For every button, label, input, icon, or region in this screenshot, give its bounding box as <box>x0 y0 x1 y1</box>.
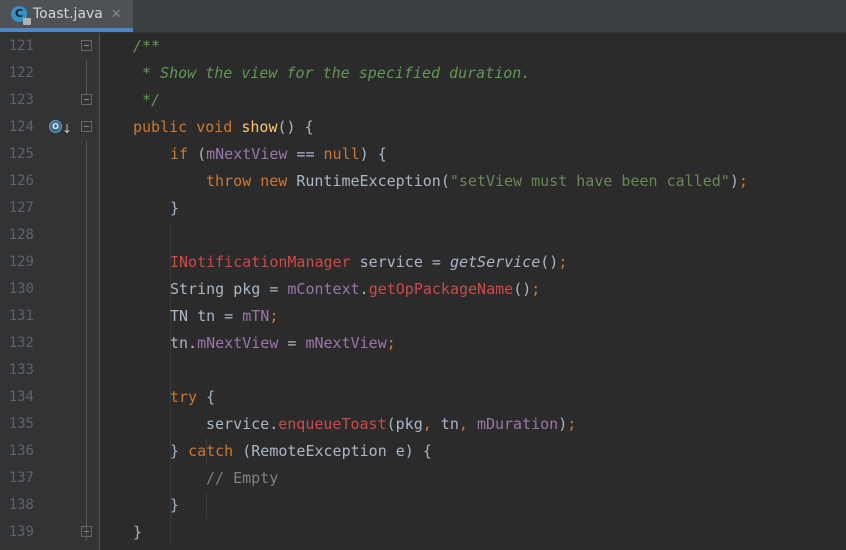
line-number: 121 <box>8 38 34 54</box>
code-line: 132 tn.mNextView = mNextView; <box>0 330 846 357</box>
line-number: 127 <box>8 200 34 216</box>
code-text: if (mNextView == null) { <box>170 145 387 163</box>
code-line: 121 /** <box>0 33 846 60</box>
code-line: 123 */ <box>0 87 846 114</box>
class-file-icon: C <box>11 6 31 25</box>
code-line: 137 // Empty <box>0 465 846 492</box>
code-text: TN tn = mTN; <box>170 307 279 325</box>
code-text: try { <box>170 388 216 406</box>
editor-tab-bar: C Toast.java ✕ <box>0 0 846 33</box>
code-text: /** <box>133 37 161 55</box>
code-editor[interactable]: 121 /** 122 * Show the view for the spec… <box>0 33 846 550</box>
code-line: 125 if (mNextView == null) { <box>0 141 846 168</box>
code-text: String pkg = mContext.getOpPackageName()… <box>170 280 541 298</box>
line-number: 138 <box>8 497 34 513</box>
line-number: 137 <box>8 470 34 486</box>
code-text: INotificationManager service = getServic… <box>170 253 568 271</box>
fold-collapse-icon[interactable] <box>81 121 92 132</box>
line-number: 130 <box>8 281 34 297</box>
arrow-down-icon: ↓ <box>62 122 73 136</box>
line-number: 126 <box>8 173 34 189</box>
code-line: 131 TN tn = mTN; <box>0 303 846 330</box>
line-number: 128 <box>8 227 34 243</box>
code-line: 129 INotificationManager service = getSe… <box>0 249 846 276</box>
code-text: public void show() { <box>133 118 314 136</box>
line-number: 124 <box>8 119 34 135</box>
fold-collapse-icon[interactable] <box>81 40 92 51</box>
code-line: 135 service.enqueueToast(pkg, tn, mDurat… <box>0 411 846 438</box>
line-number: 131 <box>8 308 34 324</box>
code-line: 133 <box>0 357 846 384</box>
code-line: 126 throw new RuntimeException("setView … <box>0 168 846 195</box>
line-number: 139 <box>8 524 34 540</box>
fold-end-icon[interactable] <box>81 94 92 105</box>
line-number: 132 <box>8 335 34 351</box>
code-line: 130 String pkg = mContext.getOpPackageNa… <box>0 276 846 303</box>
code-line: 122 * Show the view for the specified du… <box>0 60 846 87</box>
line-number: 129 <box>8 254 34 270</box>
close-icon[interactable]: ✕ <box>111 7 122 22</box>
code-line: 124 O ↓ public void show() { <box>0 114 846 141</box>
line-number: 123 <box>8 92 34 108</box>
code-text: } catch (RemoteException e) { <box>170 442 432 460</box>
fold-end-icon[interactable] <box>81 526 92 537</box>
lock-icon <box>23 18 31 25</box>
tab-label: Toast.java <box>33 6 103 22</box>
code-text: } <box>170 199 180 217</box>
line-number: 136 <box>8 443 34 459</box>
code-text: throw new RuntimeException("setView must… <box>206 172 748 190</box>
code-line: 136 } catch (RemoteException e) { <box>0 438 846 465</box>
code-text: // Empty <box>206 469 279 487</box>
code-line: 134 try { <box>0 384 846 411</box>
code-line: 127 } <box>0 195 846 222</box>
line-number: 133 <box>8 362 34 378</box>
code-text: } <box>170 496 180 514</box>
code-text: } <box>133 523 143 541</box>
code-line: 138 } <box>0 492 846 519</box>
line-number: 135 <box>8 416 34 432</box>
tab-toast-java[interactable]: C Toast.java ✕ <box>0 0 133 32</box>
override-icon[interactable]: O <box>49 120 62 133</box>
line-number: 122 <box>8 65 34 81</box>
code-text: * Show the view for the specified durati… <box>142 64 531 82</box>
line-number: 134 <box>8 389 34 405</box>
code-line: 139 } <box>0 519 846 546</box>
code-text: */ <box>142 91 161 109</box>
code-text: tn.mNextView = mNextView; <box>170 334 396 352</box>
line-number: 125 <box>8 146 34 162</box>
code-line: 128 <box>0 222 846 249</box>
code-text: service.enqueueToast(pkg, tn, mDuration)… <box>206 415 577 433</box>
